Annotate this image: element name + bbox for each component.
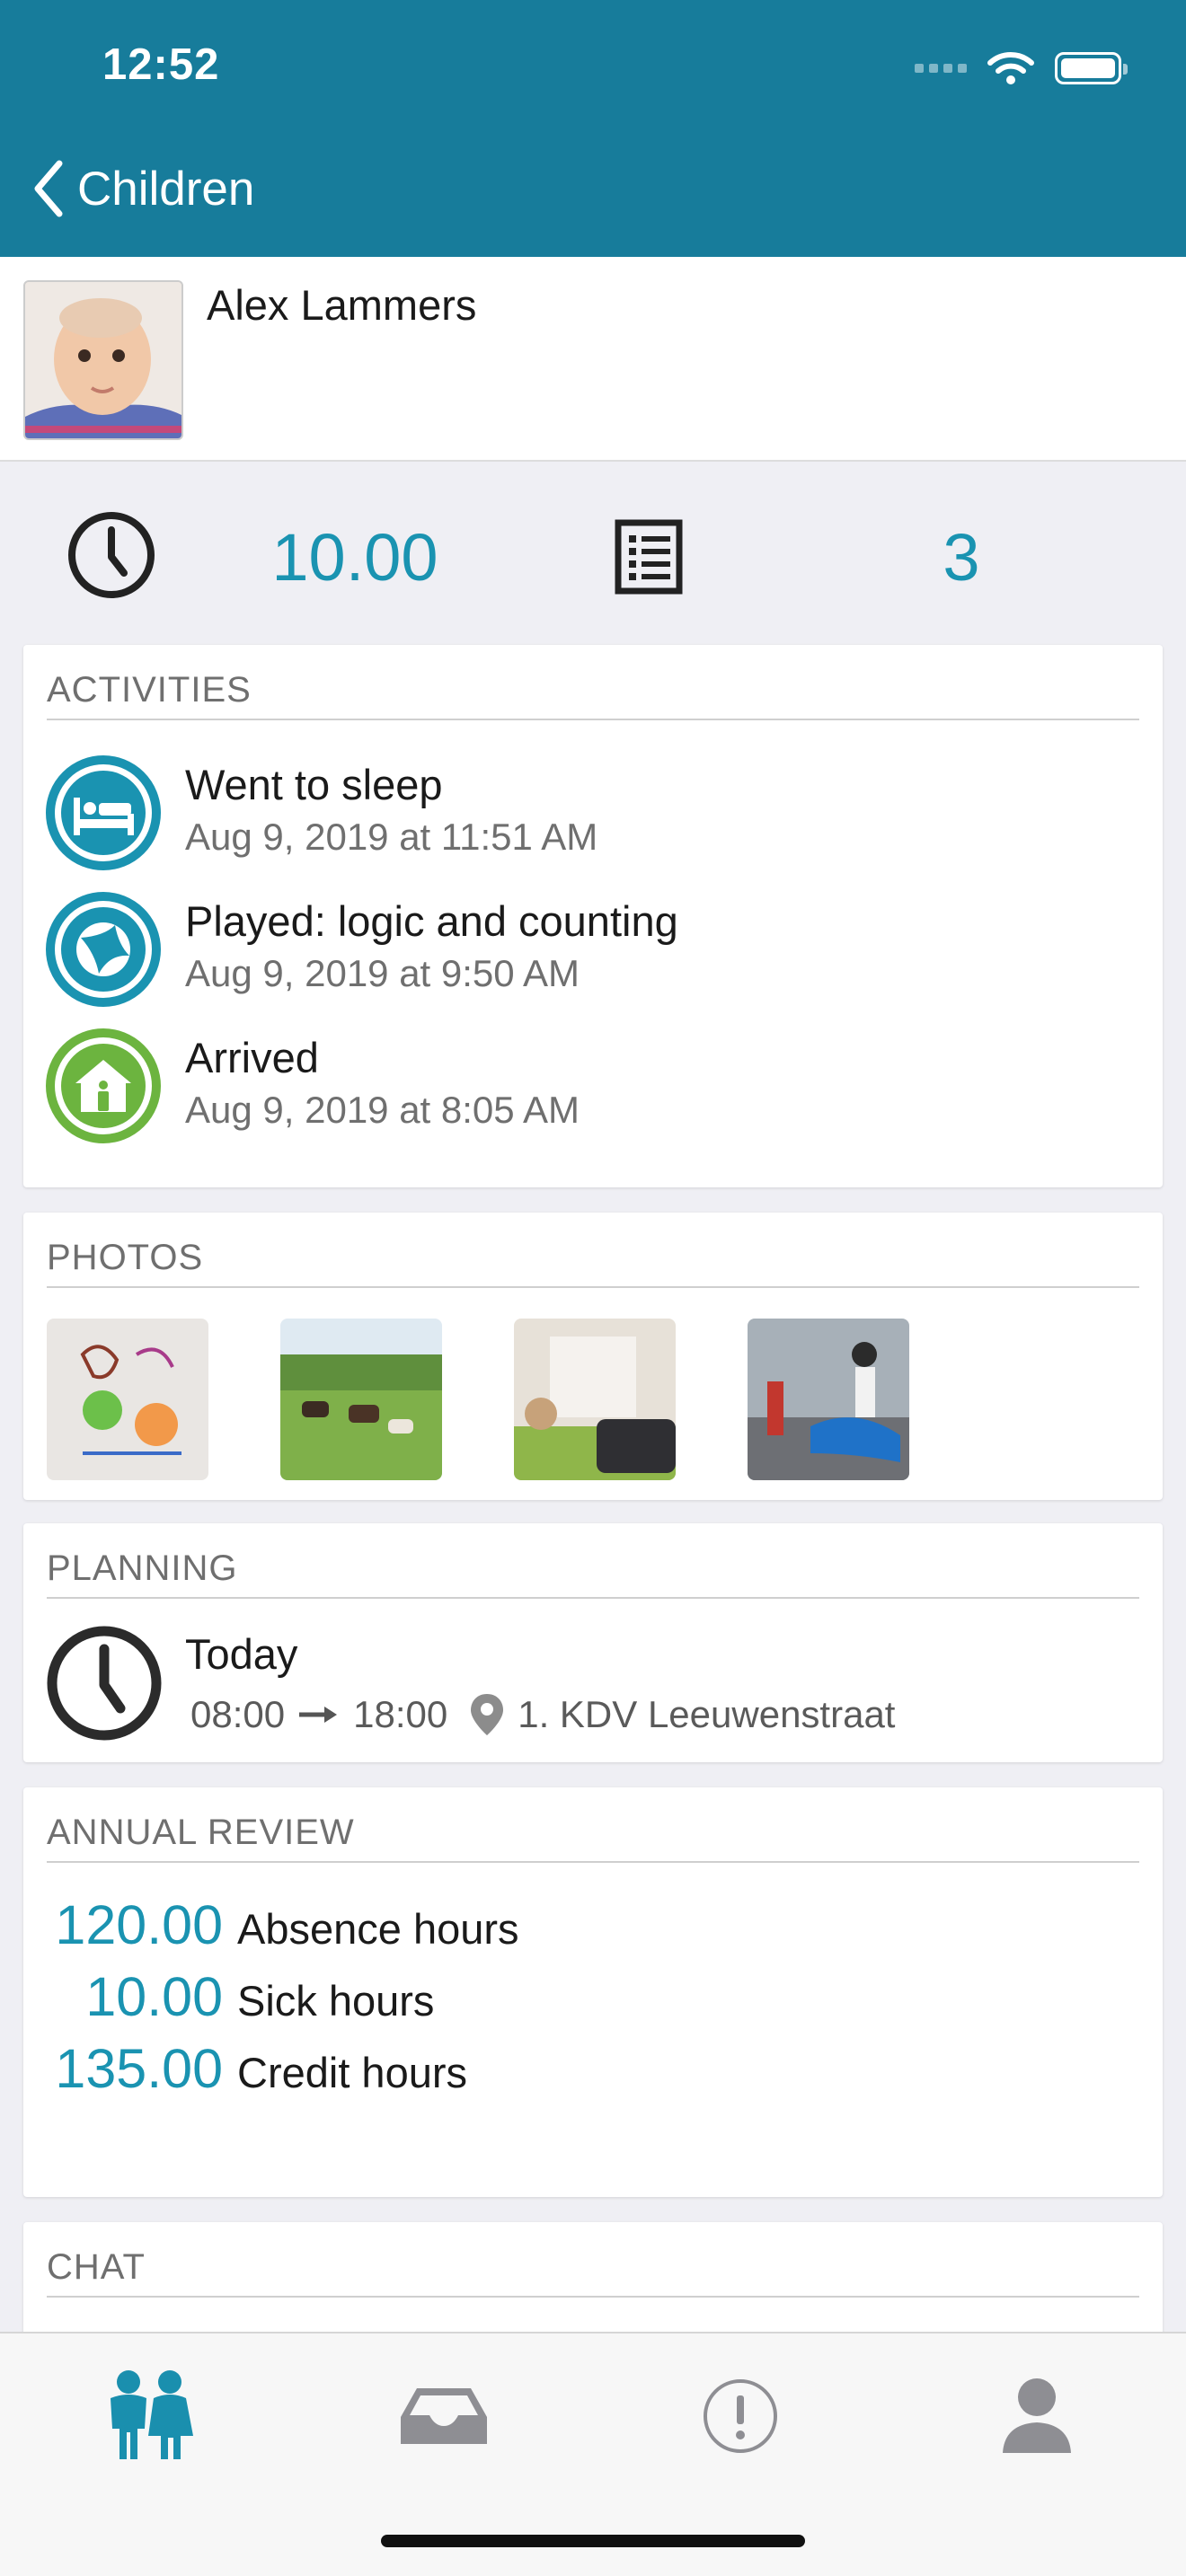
review-row: 135.00 Credit hours [23,2037,1137,2100]
planning-card[interactable]: PLANNING Today 08:00 18:00 1. KDV Leeuwe… [23,1523,1163,1762]
profile-icon [1003,2378,1071,2453]
card-title: ANNUAL REVIEW [47,1813,355,1852]
child-name: Alex Lammers [207,281,477,329]
list-icon [615,519,683,595]
planning-location: 1. KDV Leeuwenstraat [518,1693,896,1735]
location-pin-icon [471,1694,504,1735]
avatar[interactable] [23,280,183,440]
ball-icon [46,892,161,1007]
photos-card[interactable]: PHOTOS [23,1213,1163,1500]
home-indicator [381,2535,805,2547]
card-title: ACTIVITIES [47,670,252,710]
card-title: PHOTOS [47,1238,204,1277]
tab-alerts[interactable] [686,2362,794,2470]
tab-inbox[interactable] [390,2362,498,2470]
signal-icon [915,64,967,73]
clock-icon [47,1626,162,1741]
photo-thumbnail[interactable] [280,1319,442,1480]
planning-day: Today [185,1630,298,1678]
review-value: 135.00 [55,2038,223,2099]
divider [47,2296,1139,2298]
activities-card[interactable]: ACTIVITIES Went to sleep Aug 9, 2019 at … [23,645,1163,1187]
photo-thumbnail[interactable] [47,1319,208,1480]
back-button[interactable]: Children [32,160,254,217]
photo-thumbnail[interactable] [748,1319,909,1480]
divider [47,1861,1139,1863]
activity-item[interactable]: Played: logic and counting Aug 9, 2019 a… [45,891,1123,1008]
activity-title: Arrived [185,1034,319,1081]
planning-end: 18:00 [353,1693,448,1735]
children-icon [111,2370,193,2459]
card-title: PLANNING [47,1548,238,1588]
review-value: 10.00 [85,1966,223,2027]
summary-row: 10.00 3 [0,462,1186,638]
battery-icon [1055,52,1128,84]
activity-item[interactable]: Arrived Aug 9, 2019 at 8:05 AM [45,1028,1123,1144]
review-label: Absence hours [237,1905,519,1953]
divider [47,719,1139,720]
activity-item[interactable]: Went to sleep Aug 9, 2019 at 11:51 AM [45,754,1123,871]
back-label: Children [77,162,255,216]
chevron-left-icon [34,160,63,217]
status-time: 12:52 [102,40,220,89]
photo-thumbnail[interactable] [514,1319,676,1480]
house-person-icon [46,1028,161,1143]
divider [47,1597,1139,1599]
planning-start: 08:00 [190,1693,286,1735]
navigation-bar: 12:52 Children [0,0,1186,257]
review-row: 10.00 Sick hours [23,1965,1137,2028]
activity-title: Played: logic and counting [185,897,678,945]
divider [47,1286,1139,1288]
tab-profile[interactable] [983,2362,1091,2470]
child-header: Alex Lammers [0,257,1186,462]
review-row: 120.00 Absence hours [23,1893,1137,1956]
review-label: Credit hours [237,2049,467,2096]
review-label: Sick hours [237,1977,435,2025]
card-title: CHAT [47,2247,146,2287]
activity-time: Aug 9, 2019 at 11:51 AM [185,816,598,858]
alert-icon [704,2379,777,2453]
bed-icon [46,755,161,870]
entries-count: 3 [943,520,980,595]
review-value: 120.00 [55,1894,223,1955]
annual-review-card[interactable]: ANNUAL REVIEW 120.00 Absence hours 10.00… [23,1787,1163,2197]
wifi-icon [987,52,1034,84]
planning-details: 08:00 18:00 1. KDV Leeuwenstraat [190,1692,895,1737]
arrow-right-icon [299,1707,338,1723]
hours-value: 10.00 [271,520,438,595]
tab-children[interactable] [95,2362,203,2470]
status-icons [915,50,1128,86]
activity-title: Went to sleep [185,761,443,808]
clock-icon [68,512,155,598]
activity-time: Aug 9, 2019 at 8:05 AM [185,1089,580,1131]
screen: 12:52 Children Alex Lammers 10.00 3 ACTI… [0,0,1186,2576]
activity-time: Aug 9, 2019 at 9:50 AM [185,952,580,994]
inbox-icon [401,2388,487,2444]
